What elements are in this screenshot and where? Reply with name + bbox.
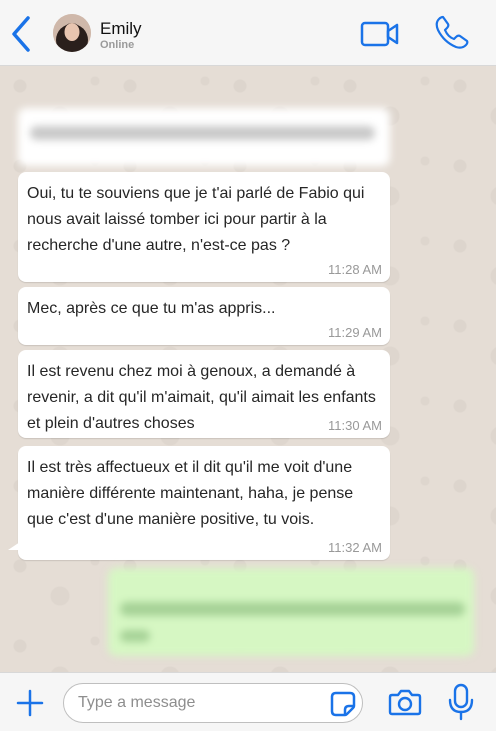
incoming-message[interactable]: Mec, après ce que tu m'as appris... 11:2… (18, 287, 390, 345)
voice-message-button[interactable] (446, 683, 476, 721)
contact-status: Online (100, 39, 135, 51)
blurred-outgoing-message (108, 568, 474, 656)
message-time: 11:30 AM (328, 418, 382, 433)
microphone-icon (448, 683, 474, 721)
contact-name[interactable]: Emily (100, 19, 142, 39)
composer-bar (0, 672, 496, 731)
contact-photo (53, 14, 91, 52)
chevron-left-icon (12, 16, 30, 52)
incoming-message[interactable]: Il est revenu chez moi à genoux, a deman… (18, 350, 390, 438)
message-time: 11:29 AM (328, 325, 382, 340)
sticker-icon (330, 691, 356, 717)
message-input-container[interactable] (63, 683, 363, 723)
message-input[interactable] (78, 690, 318, 716)
phone-icon (435, 15, 469, 49)
avatar[interactable] (53, 14, 91, 52)
message-text: Oui, tu te souviens que je t'ai parlé de… (27, 185, 365, 254)
sticker-button[interactable] (330, 691, 356, 717)
message-list[interactable]: Oui, tu te souviens que je t'ai parlé de… (0, 66, 496, 672)
message-text: Mec, après ce que tu m'as appris... (27, 300, 276, 317)
chat-header: Emily Online (0, 0, 496, 66)
message-time: 11:32 AM (328, 540, 382, 555)
incoming-message[interactable]: Oui, tu te souviens que je t'ai parlé de… (18, 172, 390, 282)
plus-icon (16, 689, 44, 717)
camera-button[interactable] (388, 685, 422, 719)
video-camera-icon (360, 21, 399, 47)
attach-button[interactable] (14, 687, 46, 719)
message-time: 11:28 AM (328, 262, 382, 277)
camera-icon (388, 689, 422, 716)
back-button[interactable] (8, 14, 36, 54)
bubble-tail (8, 542, 20, 550)
video-call-button[interactable] (360, 20, 400, 48)
message-text: Il est très affectueux et il dit qu'il m… (27, 459, 354, 528)
blurred-incoming-message (18, 108, 390, 166)
incoming-message[interactable]: Il est très affectueux et il dit qu'il m… (18, 446, 390, 560)
voice-call-button[interactable] (434, 14, 470, 50)
